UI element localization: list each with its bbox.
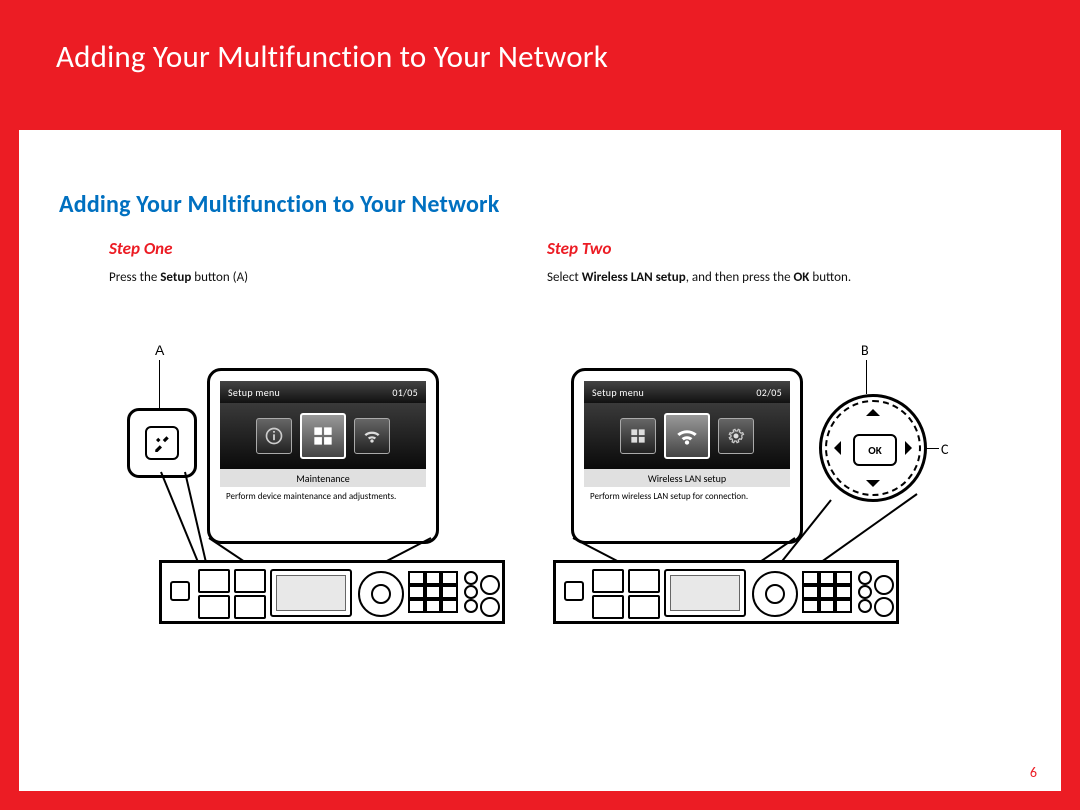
panel-circle xyxy=(874,575,894,595)
arrow-right-icon xyxy=(905,441,919,455)
panel-lcd xyxy=(270,569,352,617)
arrow-left-icon xyxy=(827,441,841,455)
step-one-body-bold: Setup xyxy=(160,270,191,285)
step-one-body-post: button (A) xyxy=(191,270,248,285)
header-title: Adding Your Multifunction to Your Networ… xyxy=(56,38,608,76)
step-two-body-bold1: Wireless LAN setup xyxy=(582,270,686,285)
ok-button: OK xyxy=(853,434,897,466)
maintenance-icon xyxy=(300,413,346,459)
lcd1-page: 01/05 xyxy=(392,386,418,399)
panel-dots xyxy=(464,571,476,613)
step-two-title: Step Two xyxy=(547,238,987,259)
lcd1-desc: Perform device maintenance and adjustmen… xyxy=(220,487,426,531)
step-two-body-mid: , and then press the xyxy=(686,270,794,285)
maintenance-icon xyxy=(620,418,656,454)
panel-group xyxy=(592,569,658,615)
step-one: Step One Press the Setup button (A) xyxy=(109,238,549,287)
arrow-up-icon xyxy=(866,402,880,416)
lcd1-label: Maintenance xyxy=(220,469,426,487)
lcd2-desc: Perform wireless LAN setup for connectio… xyxy=(584,487,790,531)
lcd2-label: Wireless LAN setup xyxy=(584,469,790,487)
device-panel-2 xyxy=(553,560,899,624)
lcd2-titlebar: Setup menu 02/05 xyxy=(584,381,790,403)
step-one-title: Step One xyxy=(109,238,549,259)
illustration-step-two: B C Setup menu 02/05 Wireless LAN setup xyxy=(563,368,983,628)
lcd1-iconrow xyxy=(220,403,426,469)
section-heading: Adding Your Multifunction to Your Networ… xyxy=(59,190,500,219)
panel-keypad xyxy=(408,571,458,613)
step-two-body-bold2: OK xyxy=(794,270,810,285)
lcd-callout-1: Setup menu 01/05 Maintenance Perform dev… xyxy=(207,368,439,544)
panel-circle-2 xyxy=(874,597,894,617)
lcd-callout-2: Setup menu 02/05 Wireless LAN setup Perf… xyxy=(571,368,803,544)
settings-icon xyxy=(718,418,754,454)
panel-wheel xyxy=(358,571,404,617)
step-one-body: Press the Setup button (A) xyxy=(109,269,549,287)
page-number: 6 xyxy=(1030,764,1037,781)
info-icon xyxy=(256,418,292,454)
illustration-step-one: A Setup menu 01/05 xyxy=(147,368,527,628)
lcd2-page: 02/05 xyxy=(756,386,782,399)
lcd1-titlebar: Setup menu 01/05 xyxy=(220,381,426,403)
tools-icon xyxy=(153,434,171,452)
step-two-body-pre: Select xyxy=(547,270,582,285)
panel-wheel xyxy=(752,571,798,617)
lcd2-iconrow xyxy=(584,403,790,469)
panel-circle-2 xyxy=(480,597,500,617)
panel-btn xyxy=(564,581,584,601)
lcd2-menu: Setup menu xyxy=(592,386,644,399)
panel-dots xyxy=(858,571,870,613)
step-two-body-post: button. xyxy=(809,270,851,285)
device-panel-1 xyxy=(159,560,505,624)
setup-button-callout xyxy=(127,408,197,478)
panel-lcd xyxy=(664,569,746,617)
arrow-down-icon xyxy=(866,480,880,494)
panel-group xyxy=(198,569,264,615)
panel-keypad xyxy=(802,571,852,613)
lcd1-menu: Setup menu xyxy=(228,386,280,399)
callout-line-B xyxy=(866,360,867,394)
step-two: Step Two Select Wireless LAN setup, and … xyxy=(547,238,987,287)
callout-line-A xyxy=(159,360,160,408)
step-two-body: Select Wireless LAN setup, and then pres… xyxy=(547,269,987,287)
callout-label-C: C xyxy=(941,441,948,458)
wireless-icon xyxy=(664,413,710,459)
callout-label-A: A xyxy=(155,342,164,358)
setup-button-icon xyxy=(145,426,179,460)
step-one-body-pre: Press the xyxy=(109,270,160,285)
panel-btn xyxy=(170,581,190,601)
panel-circle xyxy=(480,575,500,595)
callout-label-B: B xyxy=(861,342,869,359)
ok-wheel-callout: OK xyxy=(819,394,927,502)
wireless-icon xyxy=(354,418,390,454)
